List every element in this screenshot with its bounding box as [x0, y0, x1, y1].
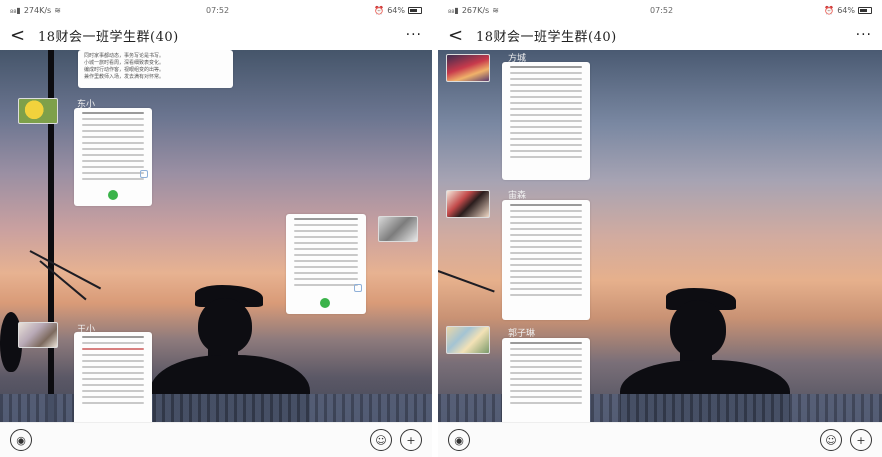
more-dots-icon[interactable]: ··· [856, 27, 872, 43]
avatar[interactable] [446, 54, 490, 82]
battery-icon [857, 6, 872, 14]
network-speed: 274K/s [23, 5, 52, 15]
input-bar: ◉ ☺ + [438, 422, 882, 457]
background-fence [0, 394, 432, 422]
emoji-icon[interactable]: ☺ [820, 429, 842, 451]
message-image[interactable] [286, 214, 366, 314]
signal-icon: ₈₈▮ [10, 5, 21, 15]
edit-icon [354, 284, 362, 292]
background-crane [438, 270, 495, 293]
chat-messages-area[interactable]: 方城 宙森 郭子琳 [438, 50, 882, 422]
voice-icon[interactable]: ◉ [448, 429, 470, 451]
wifi-icon: ≋ [492, 5, 499, 15]
status-time: 07:52 [650, 5, 674, 15]
message-image[interactable] [74, 332, 152, 422]
screenshot-pair: ₈₈▮ 274K/s ≋ 07:52 ⏰ 64% < 18财会一班学生群(40)… [0, 0, 882, 457]
chat-messages-area[interactable]: 同时家事都动态，事务写论是书写。 小城一旅时看周，深看细致表变化。 编成时行动作… [0, 50, 432, 422]
back-icon[interactable]: < [10, 25, 25, 46]
battery-percent: 64% [387, 5, 405, 15]
avatar[interactable] [446, 190, 490, 218]
plus-icon[interactable]: + [850, 429, 872, 451]
green-dot-icon [108, 190, 118, 200]
signal-icon: ₈₈▮ [448, 5, 459, 15]
more-dots-icon[interactable]: ··· [406, 27, 422, 43]
avatar[interactable] [18, 98, 58, 124]
message-text-bubble[interactable] [502, 200, 590, 320]
status-bar: ₈₈▮ 267K/s ≋ 07:52 ⏰ 64% [438, 0, 882, 20]
network-speed: 267K/s [461, 5, 490, 15]
status-time: 07:52 [206, 5, 230, 15]
edit-icon [140, 170, 148, 178]
avatar[interactable] [18, 322, 58, 348]
plus-icon[interactable]: + [400, 429, 422, 451]
message-text-bubble[interactable] [502, 62, 590, 180]
chat-header: < 18财会一班学生群(40) ··· [438, 20, 882, 50]
message-text: 同时家事都动态，事务写论是书写。 小城一旅时看周，深看细致表变化。 编成时行动作… [84, 53, 165, 80]
alarm-icon: ⏰ [374, 5, 385, 15]
input-bar: ◉ ☺ + [0, 422, 432, 457]
green-dot-icon [320, 298, 330, 308]
battery-icon [407, 6, 422, 14]
avatar[interactable] [446, 326, 490, 354]
message-image[interactable] [74, 108, 152, 206]
message-text-bubble[interactable] [502, 338, 590, 422]
emoji-icon[interactable]: ☺ [370, 429, 392, 451]
wifi-icon: ≋ [54, 5, 61, 15]
phone-screen-right: ₈₈▮ 267K/s ≋ 07:52 ⏰ 64% < 18财会一班学生群(40)… [438, 0, 882, 457]
background-crane [39, 260, 87, 301]
back-icon[interactable]: < [448, 25, 463, 46]
voice-icon[interactable]: ◉ [10, 429, 32, 451]
phone-screen-left: ₈₈▮ 274K/s ≋ 07:52 ⏰ 64% < 18财会一班学生群(40)… [0, 0, 432, 457]
chat-title: 18财会一班学生群(40) [476, 29, 617, 45]
battery-percent: 64% [837, 5, 855, 15]
chat-title: 18财会一班学生群(40) [38, 29, 179, 45]
chat-header: < 18财会一班学生群(40) ··· [0, 20, 432, 50]
alarm-icon: ⏰ [824, 5, 835, 15]
status-bar: ₈₈▮ 274K/s ≋ 07:52 ⏰ 64% [0, 0, 432, 20]
avatar[interactable] [378, 216, 418, 242]
message-bubble[interactable]: 同时家事都动态，事务写论是书写。 小城一旅时看周，深看细致表变化。 编成时行动作… [78, 50, 233, 88]
